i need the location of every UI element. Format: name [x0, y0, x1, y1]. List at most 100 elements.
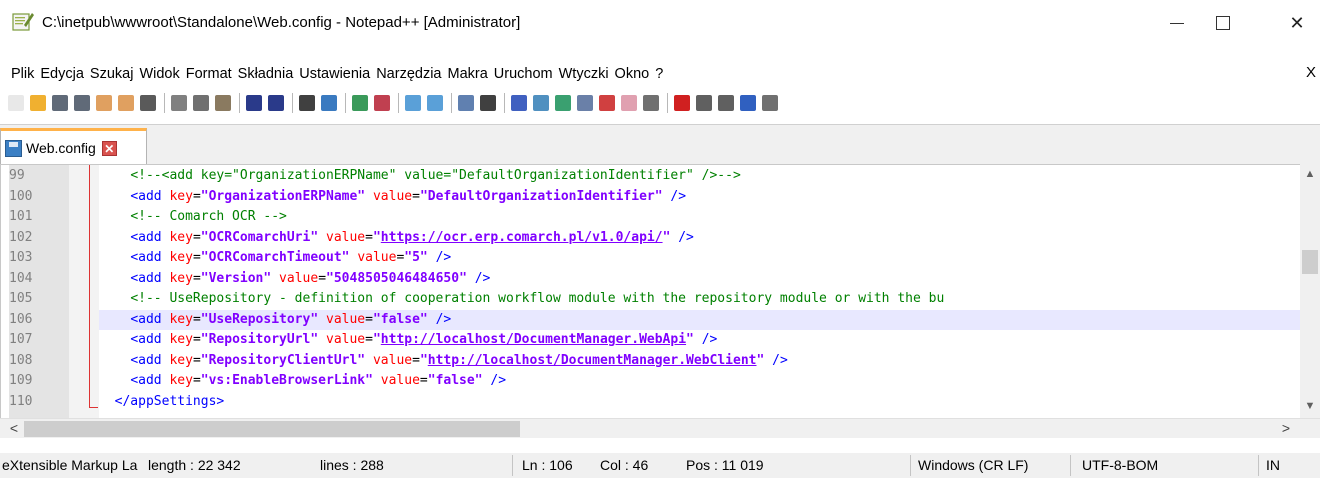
- token-url[interactable]: http://localhost/DocumentManager.WebClie…: [428, 353, 757, 368]
- monitoring-icon: [643, 95, 659, 111]
- status-encoding: UTF-8-BOM: [1082, 457, 1159, 473]
- token-tag: />: [670, 229, 694, 245]
- code-line[interactable]: <add key="OrganizationERPName" value="De…: [99, 187, 1301, 208]
- line-number: 100: [9, 188, 33, 204]
- zoom-in-button[interactable]: [350, 93, 370, 113]
- menu-item[interactable]: Format: [183, 66, 235, 82]
- menu-item[interactable]: Narzędzia: [373, 66, 444, 82]
- replace-button[interactable]: [319, 93, 339, 113]
- scroll-up-button[interactable]: ▲: [1300, 164, 1320, 184]
- close-button[interactable]: [94, 93, 114, 113]
- code-line[interactable]: <add key="OCRComarchUri" value="https://…: [99, 228, 1301, 249]
- save-all-button[interactable]: [72, 93, 92, 113]
- menu-item[interactable]: Szukaj: [87, 66, 137, 82]
- zoom-out-icon: [374, 95, 390, 111]
- undo-button[interactable]: [244, 93, 264, 113]
- stop-macro-button[interactable]: [694, 93, 714, 113]
- redo-button[interactable]: [266, 93, 286, 113]
- menu-item[interactable]: Plik: [8, 66, 37, 82]
- token-tag: <add: [130, 352, 170, 368]
- play-macro-button[interactable]: [716, 93, 736, 113]
- close-document-button[interactable]: X: [1306, 64, 1316, 81]
- scroll-right-button[interactable]: >: [1276, 419, 1296, 439]
- word-wrap-button[interactable]: [456, 93, 476, 113]
- print-button[interactable]: [138, 93, 158, 113]
- menu-item[interactable]: Ustawienia: [296, 66, 373, 82]
- line-number: 108: [9, 352, 33, 368]
- menu-item[interactable]: Składnia: [235, 66, 297, 82]
- menu-item[interactable]: Okno: [612, 66, 653, 82]
- word-wrap-icon: [458, 95, 474, 111]
- menu-item[interactable]: Uruchom: [491, 66, 556, 82]
- sync-horizontal-button[interactable]: [425, 93, 445, 113]
- close-window-button[interactable]: ✕: [1274, 0, 1320, 46]
- line-number: 109: [9, 373, 33, 388]
- save-button[interactable]: [50, 93, 70, 113]
- code-line[interactable]: <!-- UseRepository - definition of coope…: [99, 289, 1301, 310]
- replace-icon: [321, 95, 337, 111]
- save-icon: [52, 95, 68, 111]
- indent-guide-button[interactable]: [509, 93, 529, 113]
- code-line[interactable]: <add key="Version" value="50485050464846…: [99, 269, 1301, 290]
- menu-item[interactable]: ?: [652, 66, 666, 82]
- function-list-button[interactable]: [575, 93, 595, 113]
- token-val: ": [372, 229, 381, 245]
- folder-workspace-button[interactable]: [597, 93, 617, 113]
- maximize-button[interactable]: [1200, 0, 1246, 46]
- code-line[interactable]: <add key="UseRepository" value="false" /…: [99, 309, 1301, 330]
- menu-item[interactable]: Makra: [444, 66, 490, 82]
- token-val: "false": [372, 311, 428, 327]
- horizontal-scrollbar[interactable]: < >: [0, 418, 1320, 438]
- code-line[interactable]: </appSettings>: [99, 392, 1301, 413]
- record-macro-button[interactable]: [672, 93, 692, 113]
- menu-item[interactable]: Widok: [136, 66, 182, 82]
- editor[interactable]: 99 100 101 102 103 104 105 106 107 108 109 110 <!--…: [0, 164, 1320, 419]
- show-all-chars-button[interactable]: [478, 93, 498, 113]
- code-line[interactable]: <!-- Comarch OCR -->: [99, 207, 1301, 228]
- status-divider: [1258, 455, 1259, 476]
- vertical-scroll-thumb[interactable]: [1302, 250, 1318, 274]
- doc-list-button[interactable]: [619, 93, 639, 113]
- code-line[interactable]: <add key="vs:EnableBrowserLink" value="f…: [99, 371, 1301, 392]
- maximize-icon: [1216, 16, 1230, 30]
- menu-item[interactable]: Edycja: [37, 66, 87, 82]
- horizontal-scroll-thumb[interactable]: [24, 421, 520, 437]
- code-line[interactable]: <!--<add key="OrganizationERPName" value…: [99, 166, 1301, 187]
- new-file-button[interactable]: [6, 93, 26, 113]
- token-attr: value: [279, 270, 319, 286]
- token-val: "vs:EnableBrowserLink": [200, 373, 373, 388]
- menu-item[interactable]: Wtyczki: [556, 66, 612, 82]
- toolbar-separator: [451, 93, 452, 113]
- line-number: 105: [9, 291, 33, 306]
- open-file-button[interactable]: [28, 93, 48, 113]
- code-line[interactable]: <add key="RepositoryUrl" value="http://l…: [99, 330, 1301, 351]
- udl-button[interactable]: [531, 93, 551, 113]
- run-macro-multiple-button[interactable]: [738, 93, 758, 113]
- tab-web-config[interactable]: Web.config ✕: [0, 128, 147, 165]
- save-macro-button[interactable]: [760, 93, 780, 113]
- code-line[interactable]: <add key="OCRComarchTimeout" value="5" /…: [99, 248, 1301, 269]
- paste-button[interactable]: [213, 93, 233, 113]
- token-url[interactable]: http://localhost/DocumentManager.WebApi: [381, 332, 686, 347]
- cut-button[interactable]: [169, 93, 189, 113]
- zoom-out-button[interactable]: [372, 93, 392, 113]
- scroll-down-button[interactable]: ▼: [1300, 396, 1320, 416]
- vertical-scrollbar[interactable]: ▲ ▼: [1300, 164, 1320, 418]
- tab-close-button[interactable]: ✕: [101, 140, 117, 156]
- scroll-left-button[interactable]: <: [4, 419, 24, 439]
- doc-map-button[interactable]: [553, 93, 573, 113]
- monitoring-button[interactable]: [641, 93, 661, 113]
- toolbar-separator: [504, 93, 505, 113]
- copy-button[interactable]: [191, 93, 211, 113]
- find-button[interactable]: [297, 93, 317, 113]
- show-all-chars-icon: [480, 95, 496, 111]
- minimize-button[interactable]: [1154, 0, 1200, 46]
- fold-margin[interactable]: [69, 165, 99, 419]
- close-all-button[interactable]: [116, 93, 136, 113]
- code-area[interactable]: <!--<add key="OrganizationERPName" value…: [99, 166, 1301, 412]
- token-url[interactable]: https://ocr.erp.comarch.pl/v1.0/api/: [381, 230, 663, 245]
- code-line[interactable]: <add key="RepositoryClientUrl" value="ht…: [99, 351, 1301, 372]
- sync-vertical-button[interactable]: [403, 93, 423, 113]
